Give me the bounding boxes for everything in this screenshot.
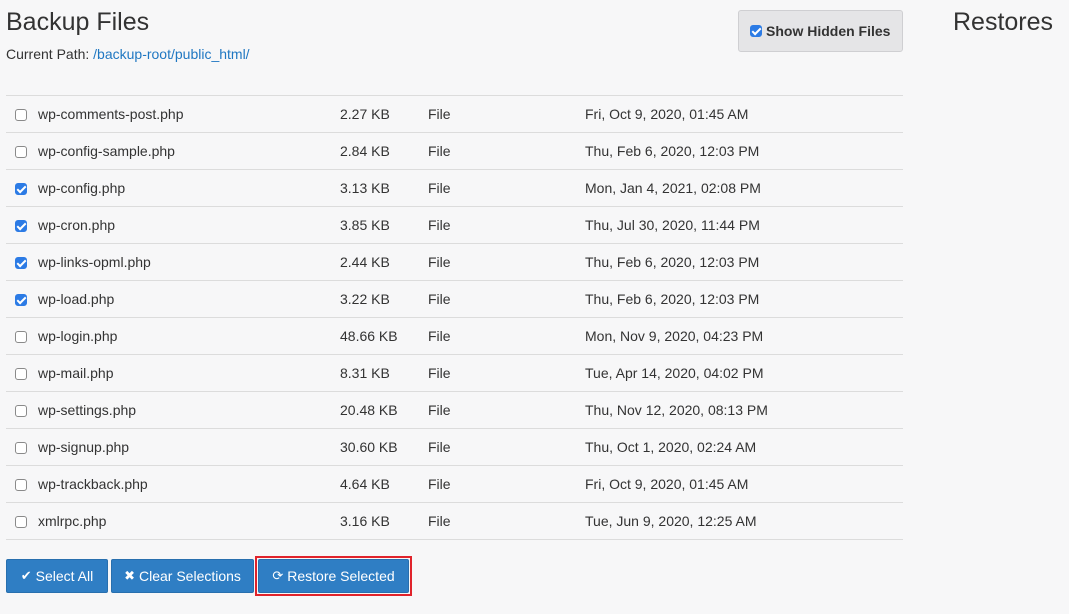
file-type: File bbox=[428, 513, 451, 529]
table-row[interactable]: wp-login.php 48.66 KB File Mon, Nov 9, 2020… bbox=[6, 318, 903, 355]
file-name: wp-load.php bbox=[38, 291, 115, 307]
file-size: 2.27 KB bbox=[340, 106, 390, 122]
file-modified: Thu, Feb 6, 2020, 12:03 PM bbox=[585, 291, 760, 307]
file-name: wp-mail.php bbox=[38, 365, 114, 381]
file-name: wp-trackback.php bbox=[38, 476, 148, 492]
row-checkbox[interactable] bbox=[15, 368, 27, 380]
file-size: 4.64 KB bbox=[340, 476, 390, 492]
restore-selected-label: Restore Selected bbox=[287, 568, 395, 584]
file-name: wp-signup.php bbox=[38, 439, 130, 455]
file-modified: Thu, Oct 1, 2020, 02:24 AM bbox=[585, 439, 757, 455]
file-name: wp-cron.php bbox=[38, 217, 116, 233]
select-all-label: Select All bbox=[35, 568, 94, 584]
row-checkbox[interactable] bbox=[15, 479, 27, 491]
file-modified: Thu, Feb 6, 2020, 12:03 PM bbox=[585, 143, 760, 159]
file-size: 30.60 KB bbox=[340, 439, 398, 455]
restores-title: Restores bbox=[953, 8, 1054, 36]
clear-selections-button[interactable]: ✖ Clear Selections bbox=[111, 559, 254, 593]
restore-selected-button[interactable]: ⟳ Restore Selected bbox=[258, 559, 409, 593]
row-checkbox[interactable] bbox=[15, 442, 27, 454]
table-row[interactable]: wp-comments-post.php 2.27 KB File Fri, Oct … bbox=[6, 96, 903, 133]
row-checkbox[interactable] bbox=[15, 294, 27, 306]
file-modified: Tue, Jun 9, 2020, 12:25 AM bbox=[585, 513, 757, 529]
file-type: File bbox=[428, 291, 451, 307]
table-row[interactable]: wp-mail.php 8.31 KB File Tue, Apr 14, 2020,… bbox=[6, 355, 903, 392]
file-type: File bbox=[428, 143, 451, 159]
file-name: wp-config-sample.php bbox=[38, 143, 175, 159]
table-row[interactable]: wp-load.php 3.22 KB File Thu, Feb 6, 2020, … bbox=[6, 281, 903, 318]
file-type: File bbox=[428, 180, 451, 196]
file-modified: Tue, Apr 14, 2020, 04:02 PM bbox=[585, 365, 764, 381]
row-checkbox[interactable] bbox=[15, 146, 27, 158]
times-icon: ✖ bbox=[124, 568, 135, 583]
check-icon: ✔ bbox=[20, 568, 32, 583]
show-hidden-files-toggle[interactable]: Show Hidden Files bbox=[738, 10, 903, 52]
file-type: File bbox=[428, 328, 451, 344]
clear-selections-label: Clear Selections bbox=[138, 568, 241, 584]
table-row[interactable]: wp-config.php 3.13 KB File Mon, Jan 4, 2021… bbox=[6, 170, 903, 207]
row-checkbox[interactable] bbox=[15, 516, 27, 528]
file-modified: Fri, Oct 9, 2020, 01:45 AM bbox=[585, 106, 749, 122]
file-size: 3.16 KB bbox=[340, 513, 390, 529]
file-size: 3.13 KB bbox=[340, 180, 390, 196]
file-type: File bbox=[428, 439, 451, 455]
file-modified: Thu, Nov 12, 2020, 08:13 PM bbox=[585, 402, 768, 418]
file-type: File bbox=[428, 106, 451, 122]
file-modified: Mon, Nov 9, 2020, 04:23 PM bbox=[585, 328, 764, 344]
file-name: wp-settings.php bbox=[38, 402, 137, 418]
file-size: 48.66 KB bbox=[340, 328, 398, 344]
file-table: wp-comments-post.php 2.27 KB File Fri, Oct … bbox=[6, 66, 903, 540]
file-type: File bbox=[428, 476, 451, 492]
current-path-link[interactable]: /backup-root/public_html/ bbox=[93, 46, 249, 62]
current-path-label: Current Path: bbox=[6, 46, 90, 62]
file-name: wp-config.php bbox=[38, 180, 126, 196]
file-size: 2.44 KB bbox=[340, 254, 390, 270]
table-row[interactable]: wp-cron.php 3.85 KB File Thu, Jul 30, 2020,… bbox=[6, 207, 903, 244]
show-hidden-files-label: Show Hidden Files bbox=[766, 23, 891, 39]
file-size: 3.22 KB bbox=[340, 291, 390, 307]
table-row[interactable]: wp-links-opml.php 2.44 KB File Thu, Feb 6, … bbox=[6, 244, 903, 281]
file-type: File bbox=[428, 217, 451, 233]
row-checkbox[interactable] bbox=[15, 183, 27, 195]
show-hidden-files-checkbox[interactable] bbox=[750, 25, 762, 37]
file-type: File bbox=[428, 402, 451, 418]
file-modified: Thu, Feb 6, 2020, 12:03 PM bbox=[585, 254, 760, 270]
row-checkbox[interactable] bbox=[15, 109, 27, 121]
current-path: Current Path: /backup-root/public_html/ bbox=[6, 46, 250, 62]
table-row[interactable]: wp-config-sample.php 2.84 KB File Thu, Feb … bbox=[6, 133, 903, 170]
file-name: wp-login.php bbox=[38, 328, 118, 344]
file-type: File bbox=[428, 254, 451, 270]
table-row[interactable]: xmlrpc.php 3.16 KB File Tue, Jun 9, 2020, 1… bbox=[6, 503, 903, 540]
row-checkbox[interactable] bbox=[15, 220, 27, 232]
table-row[interactable]: wp-trackback.php 4.64 KB File Fri, Oct 9, 2… bbox=[6, 466, 903, 503]
file-name: wp-links-opml.php bbox=[38, 254, 151, 270]
file-modified: Thu, Jul 30, 2020, 11:44 PM bbox=[585, 217, 760, 233]
table-row[interactable]: wp-signup.php 30.60 KB File Thu, Oct 1, 202… bbox=[6, 429, 903, 466]
file-size: 2.84 KB bbox=[340, 143, 390, 159]
file-name: xmlrpc.php bbox=[38, 513, 107, 529]
file-modified: Mon, Jan 4, 2021, 02:08 PM bbox=[585, 180, 761, 196]
file-size: 3.85 KB bbox=[340, 217, 390, 233]
row-checkbox[interactable] bbox=[15, 405, 27, 417]
row-checkbox[interactable] bbox=[15, 331, 27, 343]
file-modified: Fri, Oct 9, 2020, 01:45 AM bbox=[585, 476, 749, 492]
table-row[interactable]: wp-settings.php 20.48 KB File Thu, Nov 12, … bbox=[6, 392, 903, 429]
refresh-icon: ⟳ bbox=[272, 568, 284, 583]
file-name: wp-comments-post.php bbox=[38, 106, 184, 122]
file-size: 20.48 KB bbox=[340, 402, 398, 418]
table-row-partial bbox=[6, 66, 903, 96]
row-checkbox[interactable] bbox=[15, 257, 27, 269]
file-size: 8.31 KB bbox=[340, 365, 390, 381]
page-title: Backup Files bbox=[6, 8, 150, 36]
select-all-button[interactable]: ✔ Select All bbox=[6, 559, 108, 593]
file-type: File bbox=[428, 365, 451, 381]
